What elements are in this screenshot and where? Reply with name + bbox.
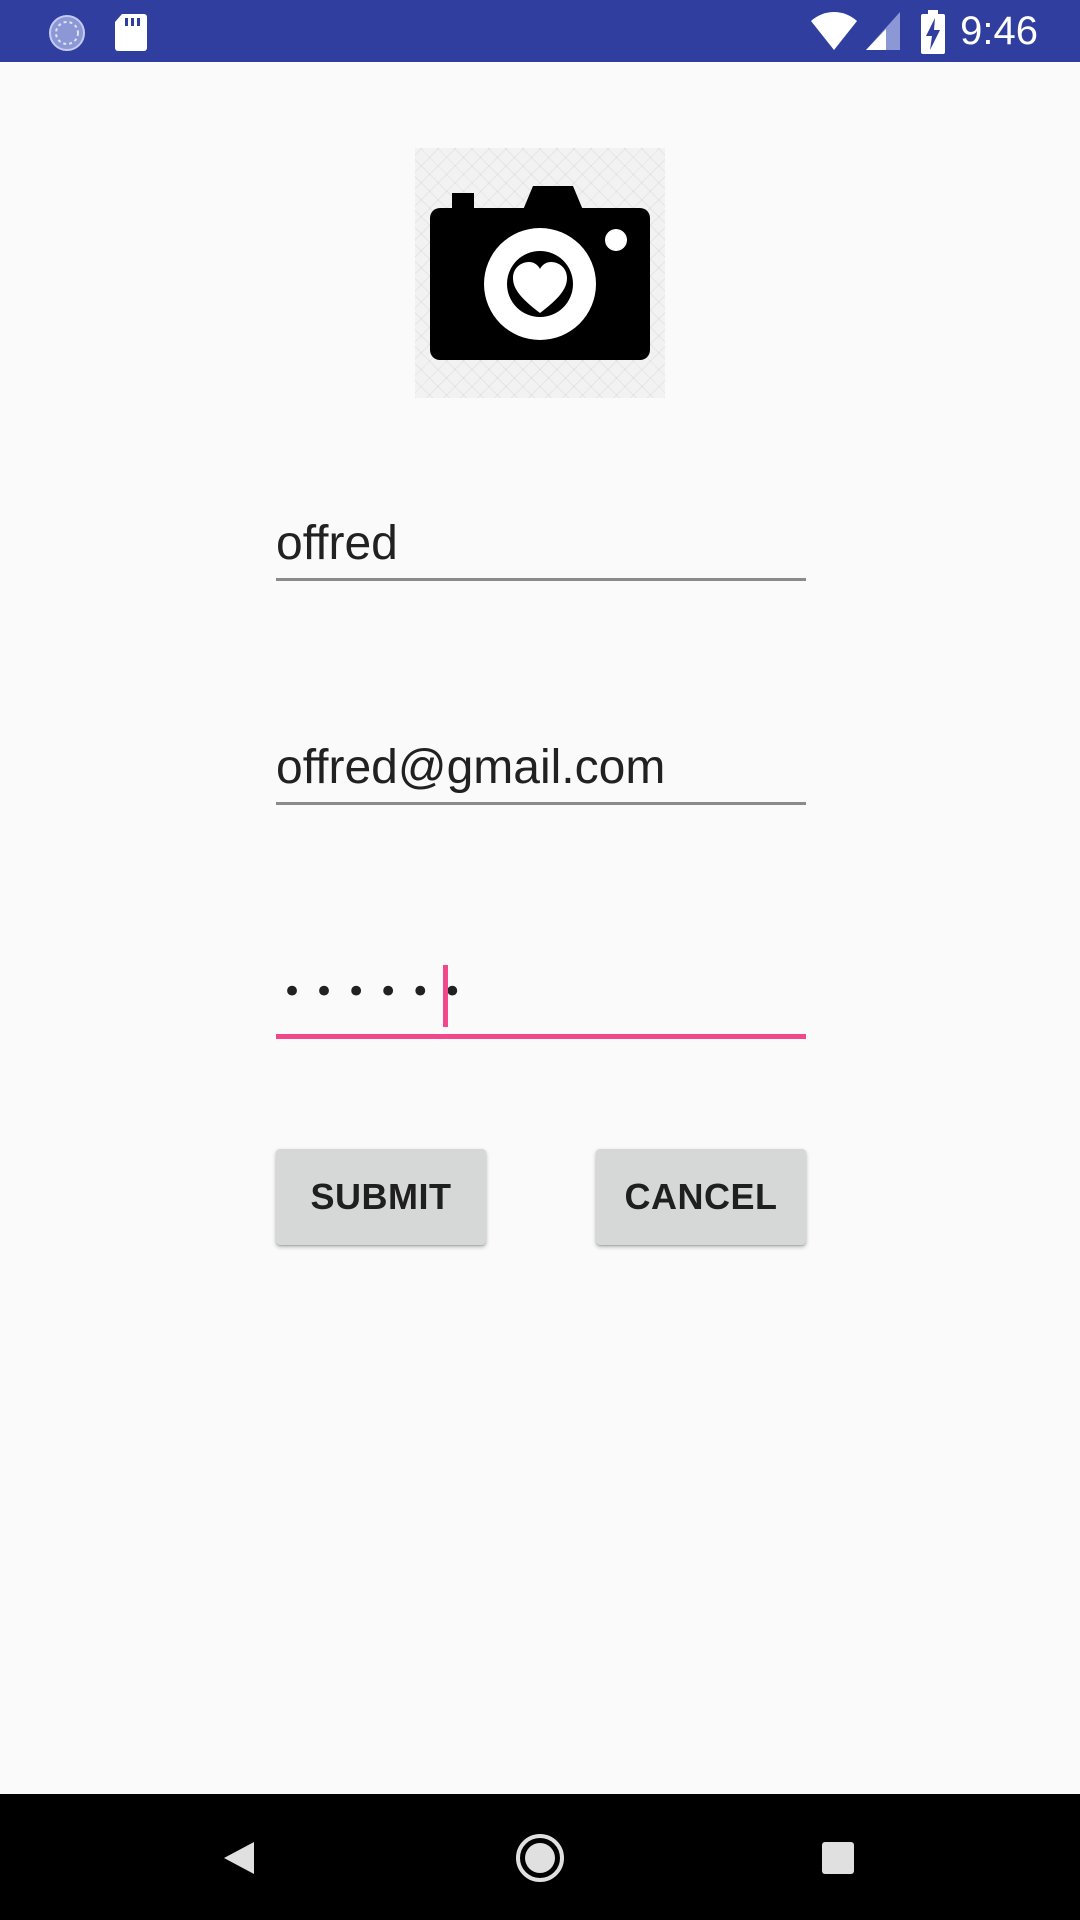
- home-icon[interactable]: [514, 1832, 566, 1889]
- camera-heart-icon: [430, 186, 650, 360]
- password-field[interactable]: ••••••: [276, 954, 806, 1039]
- sync-icon: [46, 12, 88, 59]
- email-underline: [276, 802, 806, 805]
- email-field[interactable]: offred@gmail.com: [276, 738, 806, 808]
- battery-charging-icon: [920, 10, 946, 59]
- cancel-button-label: CANCEL: [624, 1176, 778, 1217]
- email-value: offred@gmail.com: [276, 741, 666, 794]
- username-value: offred: [276, 517, 398, 570]
- password-underline: [276, 1034, 806, 1039]
- profile-image[interactable]: [415, 148, 665, 398]
- register-form-screen: offred offred@gmail.com •••••• SUBMIT CA…: [0, 62, 1080, 1794]
- status-bar: 9:46: [0, 0, 1080, 62]
- status-time: 9:46: [960, 9, 1038, 53]
- sd-card-icon: [114, 12, 148, 57]
- username-underline: [276, 578, 806, 581]
- cell-signal-icon: [864, 10, 902, 57]
- back-icon[interactable]: [218, 1838, 258, 1883]
- navigation-bar: [0, 1794, 1080, 1920]
- submit-button[interactable]: SUBMIT: [276, 1149, 486, 1245]
- username-field[interactable]: offred: [276, 514, 806, 584]
- text-cursor: [443, 965, 448, 1027]
- recents-icon[interactable]: [820, 1840, 856, 1881]
- submit-button-label: SUBMIT: [310, 1176, 452, 1217]
- cancel-button[interactable]: CANCEL: [596, 1149, 806, 1245]
- wifi-icon: [810, 10, 858, 57]
